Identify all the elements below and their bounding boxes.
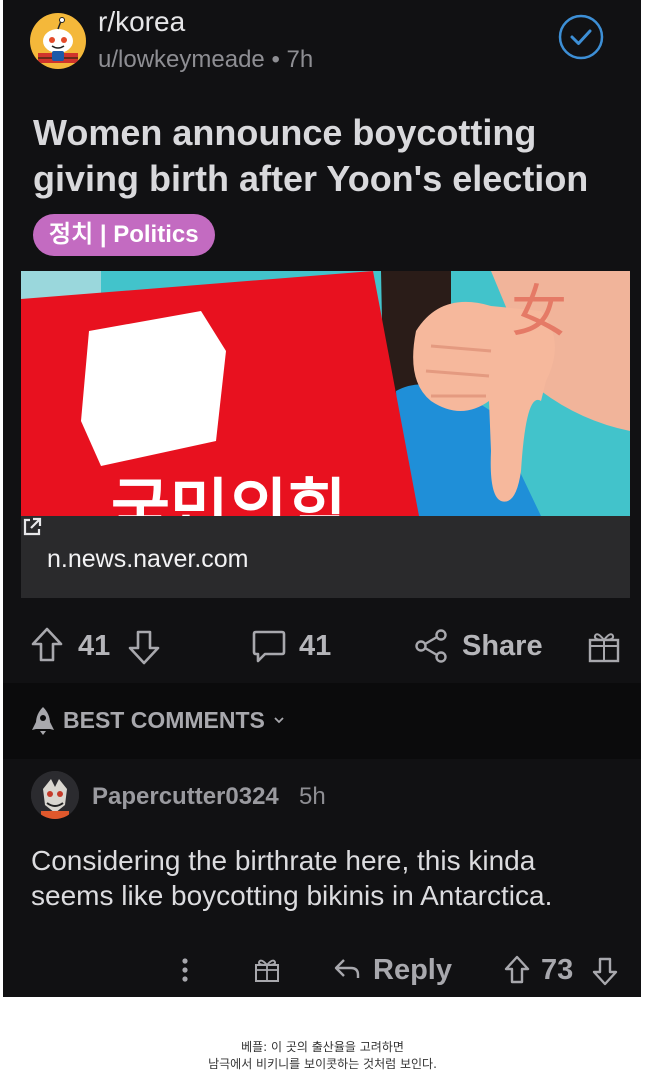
upvote-icon[interactable]	[503, 954, 531, 986]
downvote-icon[interactable]	[591, 955, 619, 987]
post-title[interactable]: Women announce boycotting giving birth a…	[33, 110, 623, 202]
meta-separator: •	[271, 46, 280, 73]
share-button[interactable]: Share	[462, 630, 543, 663]
translation-caption: 베플: 이 곳의 출산율을 고려하면 남극에서 비키니를 보이콧하는 것처럼 보…	[0, 1039, 645, 1073]
hand-character: 女	[511, 280, 567, 345]
post-meta: u/lowkeymeade • 7h	[98, 46, 313, 74]
reply-icon[interactable]	[333, 957, 361, 981]
comment-username[interactable]: Papercutter0324	[92, 783, 279, 811]
post-action-bar: 41 41 Share	[3, 612, 641, 682]
caption-line-2: 남극에서 비키니를 보이콧하는 것처럼 보인다.	[208, 1057, 437, 1071]
comment-count[interactable]: 41	[299, 630, 331, 663]
more-icon[interactable]	[181, 957, 189, 983]
rocket-icon	[32, 707, 54, 735]
post-score: 41	[78, 630, 111, 662]
subreddit-icon[interactable]	[30, 13, 86, 69]
upvote-icon[interactable]	[30, 626, 64, 664]
link-preview[interactable]: 女 국민의힘 n.news.naver.com	[21, 271, 630, 598]
link-domain[interactable]: n.news.naver.com	[47, 545, 249, 574]
share-icon[interactable]	[414, 628, 448, 664]
comment-action-bar: Reply 73	[3, 940, 641, 998]
post-age: 7h	[286, 46, 314, 73]
award-icon[interactable]	[253, 955, 281, 983]
reply-button[interactable]: Reply	[373, 954, 452, 987]
comment-score: 73	[541, 954, 574, 986]
external-link-icon[interactable]	[21, 516, 43, 538]
subreddit-name[interactable]: r/korea	[98, 6, 185, 38]
caption-line-1: 베플: 이 곳의 출산율을 고려하면	[241, 1040, 404, 1054]
chevron-down-icon[interactable]	[273, 715, 285, 725]
best-comments-label[interactable]: BEST COMMENTS	[63, 707, 265, 734]
best-comments-sort[interactable]: BEST COMMENTS	[3, 683, 641, 759]
comment-icon[interactable]	[251, 628, 287, 664]
link-bar[interactable]: n.news.naver.com	[21, 516, 630, 598]
author-link[interactable]: u/lowkeymeade	[98, 46, 265, 73]
award-icon[interactable]	[587, 628, 621, 664]
joined-check-icon[interactable]	[557, 13, 605, 61]
reddit-post-screen: r/korea u/lowkeymeade • 7h Women announc…	[3, 0, 641, 997]
post-flair[interactable]: 정치 | Politics	[33, 214, 215, 256]
comment-body: Considering the birthrate here, this kin…	[31, 845, 553, 911]
commenter-avatar[interactable]	[31, 771, 79, 819]
downvote-icon[interactable]	[127, 628, 161, 666]
comment-age: 5h	[299, 783, 326, 810]
